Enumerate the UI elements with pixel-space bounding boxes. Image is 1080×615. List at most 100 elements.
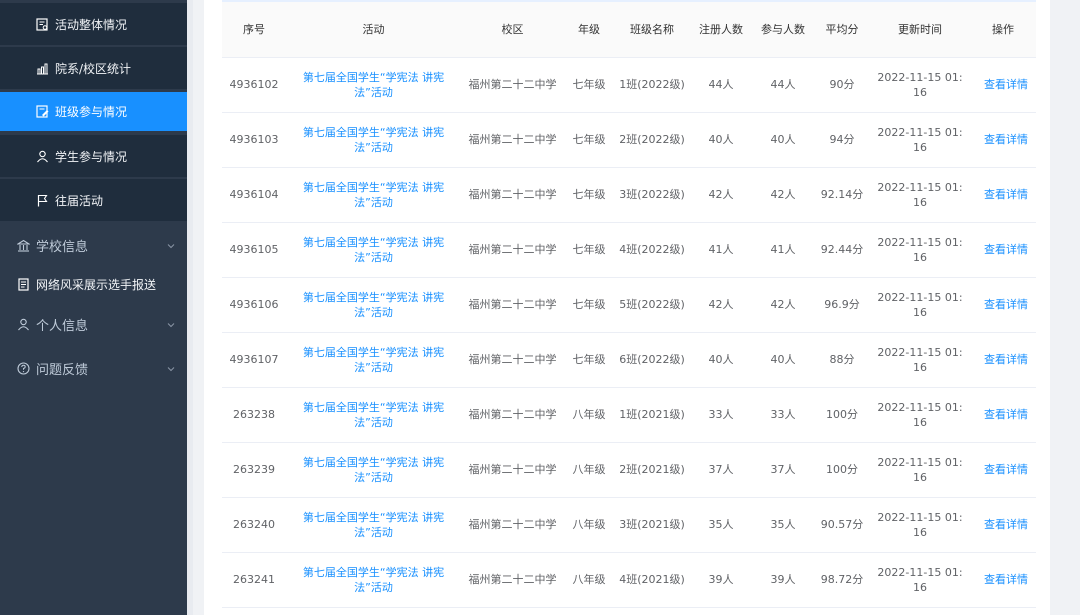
- header-campus: 校区: [501, 22, 524, 36]
- cell-grade: 八年级: [572, 463, 606, 476]
- header-participants: 参与人数: [761, 22, 805, 36]
- cell-updated: 2022-11-15 01:16: [877, 180, 963, 209]
- cell-class-name: 4班(2022级): [619, 243, 685, 256]
- activity-link[interactable]: 第七届全国学生“学宪法 讲宪法”活动: [286, 57, 461, 112]
- sidebar-item-label: 班级参与情况: [55, 105, 128, 119]
- user-icon: [35, 149, 49, 163]
- sidebar-menu-contestant-submission[interactable]: 网络风采展示选手报送: [0, 264, 187, 304]
- cell-avg-score: 90分: [829, 78, 855, 91]
- cell-avg-score: 92.44分: [820, 243, 864, 256]
- cell-registered: 42人: [708, 298, 734, 311]
- sidebar-item-label: 学生参与情况: [55, 149, 128, 164]
- cell-campus: 福州第二十二中学: [468, 353, 557, 366]
- view-details-link[interactable]: 查看详情: [970, 497, 1036, 552]
- view-details-link[interactable]: 查看详情: [970, 167, 1036, 222]
- view-details-link[interactable]: 查看详情: [970, 552, 1036, 607]
- view-details-link[interactable]: 查看详情: [970, 332, 1036, 387]
- cell-id: 4936104: [229, 188, 279, 201]
- sidebar-item-activity-overview[interactable]: 活动整体情况: [0, 3, 187, 45]
- bar-chart-icon: [35, 61, 49, 75]
- sidebar-item-label: 活动整体情况: [55, 17, 128, 32]
- sidebar-menu-school-info[interactable]: 学校信息: [0, 225, 187, 265]
- cell-updated: 2022-11-15 01:16: [877, 235, 963, 264]
- header-grade: 年级: [578, 22, 600, 36]
- cell-campus: 福州第二十二中学: [468, 463, 557, 476]
- header-class-name: 班级名称: [630, 22, 674, 36]
- cell-id: 4936105: [229, 243, 279, 256]
- table-row: 4936105 第七届全国学生“学宪法 讲宪法”活动 福州第二十二中学 七年级 4班(2…: [222, 222, 1036, 277]
- cell-updated: 2022-11-15 01:16: [877, 565, 963, 594]
- cell-id: 263240: [233, 518, 275, 531]
- table-row: 4936102 第七届全国学生“学宪法 讲宪法”活动 福州第二十二中学 七年级 1班(2…: [222, 57, 1036, 112]
- activity-link[interactable]: 第七届全国学生“学宪法 讲宪法”活动: [286, 332, 461, 387]
- cell-campus: 福州第二十二中学: [468, 573, 557, 586]
- header-updated: 更新时间: [898, 22, 942, 36]
- table-body: 4936102 第七届全国学生“学宪法 讲宪法”活动 福州第二十二中学 七年级 1班(2…: [222, 57, 1036, 607]
- view-details-link[interactable]: 查看详情: [970, 112, 1036, 167]
- table-header: 序号 活动 校区 年级 班级名称 注册人数 参与人数 平均分 更新时间 操作: [222, 1, 1036, 57]
- cell-participants: 44人: [770, 78, 796, 91]
- sidebar-item-class-participation[interactable]: 班级参与情况: [0, 92, 187, 131]
- activity-link[interactable]: 第七届全国学生“学宪法 讲宪法”活动: [286, 387, 461, 442]
- cell-registered: 40人: [708, 133, 734, 146]
- cell-participants: 33人: [770, 408, 796, 421]
- view-details-link[interactable]: 查看详情: [970, 387, 1036, 442]
- cell-class-name: 3班(2022级): [619, 188, 685, 201]
- table-row: 4936106 第七届全国学生“学宪法 讲宪法”活动 福州第二十二中学 七年级 5班(2…: [222, 277, 1036, 332]
- sidebar-divider: [187, 0, 193, 615]
- cell-registered: 33人: [708, 408, 734, 421]
- sidebar-item-past-activities[interactable]: 往届活动: [0, 179, 187, 221]
- sidebar-item-department-stats[interactable]: 院系/校区统计: [0, 47, 187, 89]
- class-participation-table: 序号 活动 校区 年级 班级名称 注册人数 参与人数 平均分 更新时间 操作 4…: [222, 0, 1036, 608]
- cell-grade: 七年级: [572, 298, 606, 311]
- sidebar-menu-label: 问题反馈: [36, 362, 89, 378]
- cell-id: 4936107: [229, 353, 279, 366]
- sidebar-menu-personal-info[interactable]: 个人信息: [0, 304, 187, 344]
- chevron-down-icon: [167, 317, 175, 332]
- activity-link[interactable]: 第七届全国学生“学宪法 讲宪法”活动: [286, 552, 461, 607]
- cell-campus: 福州第二十二中学: [468, 243, 557, 256]
- cell-registered: 35人: [708, 518, 734, 531]
- activity-link[interactable]: 第七届全国学生“学宪法 讲宪法”活动: [286, 442, 461, 497]
- cell-avg-score: 100分: [826, 408, 858, 421]
- sidebar-menu-label: 个人信息: [36, 318, 89, 334]
- cell-updated: 2022-11-15 01:16: [877, 290, 963, 319]
- activity-link[interactable]: 第七届全国学生“学宪法 讲宪法”活动: [286, 497, 461, 552]
- chevron-down-icon: [167, 238, 175, 253]
- cell-participants: 41人: [770, 243, 796, 256]
- document-icon: [16, 277, 30, 291]
- cell-id: 4936103: [229, 133, 279, 146]
- cell-campus: 福州第二十二中学: [468, 518, 557, 531]
- header-id: 序号: [243, 22, 265, 36]
- cell-grade: 八年级: [572, 573, 606, 586]
- cell-campus: 福州第二十二中学: [468, 298, 557, 311]
- cell-class-name: 3班(2021级): [619, 518, 685, 531]
- table-row: 263241 第七届全国学生“学宪法 讲宪法”活动 福州第二十二中学 八年级 4班(20…: [222, 552, 1036, 607]
- main-panel: 序号 活动 校区 年级 班级名称 注册人数 参与人数 平均分 更新时间 操作 4…: [204, 0, 1050, 615]
- view-details-link[interactable]: 查看详情: [970, 222, 1036, 277]
- activity-link[interactable]: 第七届全国学生“学宪法 讲宪法”活动: [286, 112, 461, 167]
- cell-avg-score: 94分: [829, 133, 855, 146]
- cell-updated: 2022-11-15 01:16: [877, 345, 963, 374]
- sidebar-item-student-participation[interactable]: 学生参与情况: [0, 135, 187, 177]
- sidebar: 活动整体情况 院系/校区统计 班级参与情况 学生参与情况 往届活动 学校信息 网…: [0, 0, 187, 615]
- activity-link[interactable]: 第七届全国学生“学宪法 讲宪法”活动: [286, 222, 461, 277]
- cell-class-name: 1班(2021级): [619, 408, 685, 421]
- cell-id: 263238: [233, 408, 275, 421]
- sidebar-menu-feedback[interactable]: 问题反馈: [0, 348, 187, 388]
- view-details-link[interactable]: 查看详情: [970, 57, 1036, 112]
- cell-updated: 2022-11-15 01:16: [877, 70, 963, 99]
- cell-grade: 七年级: [572, 78, 606, 91]
- class-participation-table-container: 序号 活动 校区 年级 班级名称 注册人数 参与人数 平均分 更新时间 操作 4…: [222, 0, 1036, 608]
- activity-link[interactable]: 第七届全国学生“学宪法 讲宪法”活动: [286, 277, 461, 332]
- school-icon: [16, 238, 30, 252]
- user-icon: [16, 317, 30, 331]
- cell-avg-score: 92.14分: [820, 188, 864, 201]
- cell-grade: 八年级: [572, 408, 606, 421]
- view-details-link[interactable]: 查看详情: [970, 442, 1036, 497]
- view-details-link[interactable]: 查看详情: [970, 277, 1036, 332]
- cell-id: 4936106: [229, 298, 279, 311]
- table-row: 4936103 第七届全国学生“学宪法 讲宪法”活动 福州第二十二中学 七年级 2班(2…: [222, 112, 1036, 167]
- cell-participants: 39人: [770, 573, 796, 586]
- activity-link[interactable]: 第七届全国学生“学宪法 讲宪法”活动: [286, 167, 461, 222]
